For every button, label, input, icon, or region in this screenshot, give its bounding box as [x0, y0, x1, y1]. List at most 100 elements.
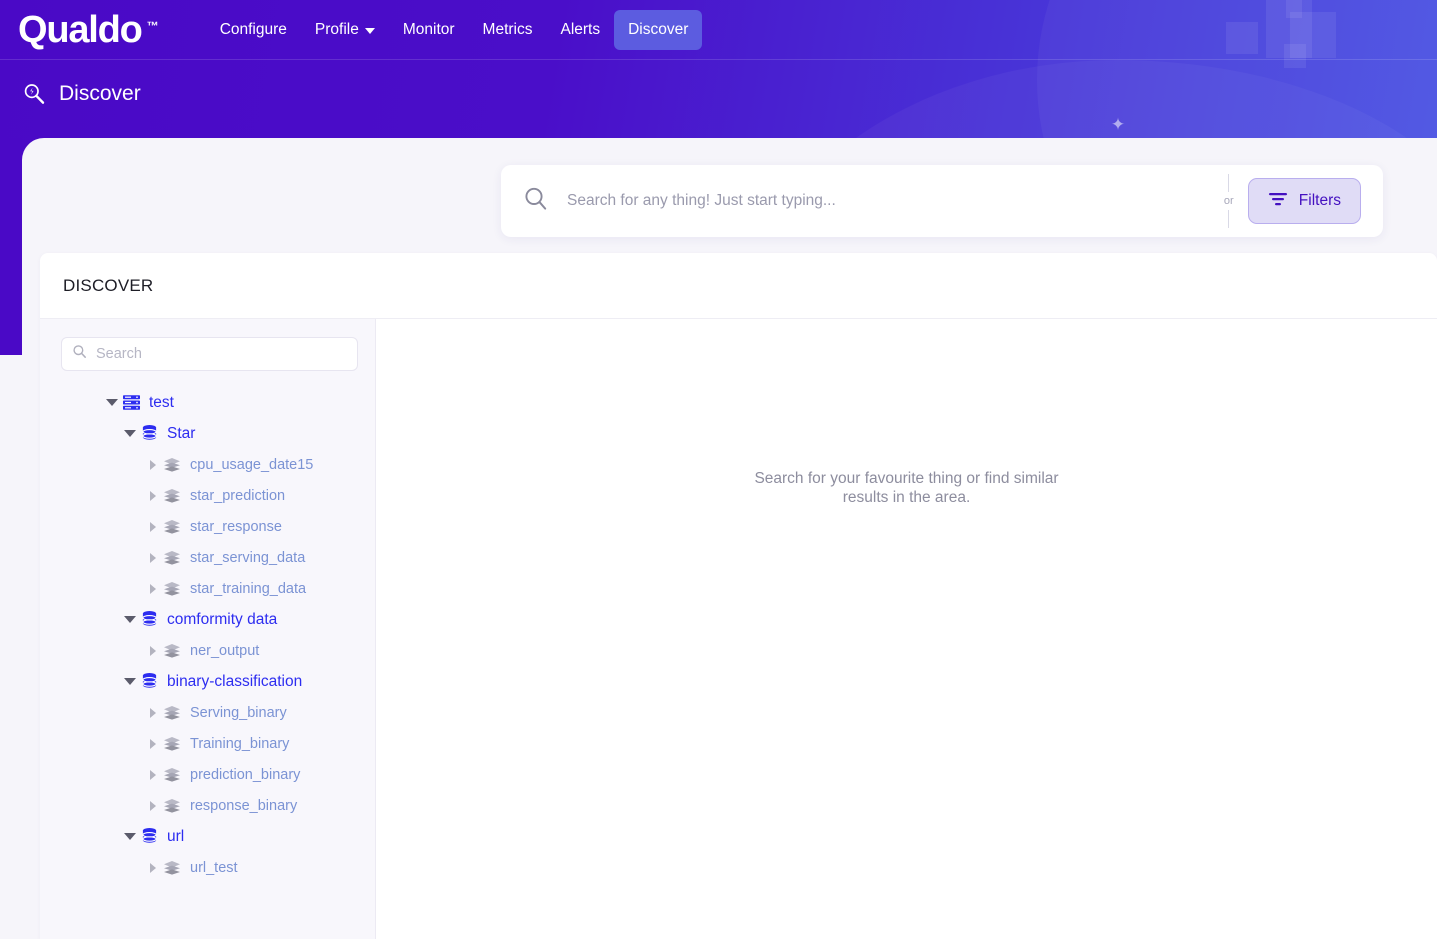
tree-node[interactable]: Serving_binary [40, 697, 375, 728]
tree-node[interactable]: test [40, 387, 375, 418]
chevron-right-icon[interactable] [145, 522, 161, 532]
triangle-glyph [150, 584, 156, 594]
chevron-down-icon[interactable] [104, 399, 120, 406]
database-icon [138, 610, 160, 629]
tree-node-label: star_serving_data [190, 550, 305, 566]
results-panel: Search for your favourite thing or find … [376, 319, 1437, 939]
tree-node[interactable]: comformity data [40, 604, 375, 635]
layers-icon [161, 519, 183, 535]
brand-logo[interactable]: Qualdo™ [18, 11, 142, 49]
trademark-symbol: ™ [147, 7, 159, 45]
tree-node-label: star_prediction [190, 488, 285, 504]
page-title: Discover [22, 82, 141, 106]
tree-search-input[interactable] [96, 339, 347, 369]
layers-icon [161, 767, 183, 783]
triangle-glyph [150, 863, 156, 873]
chevron-right-icon[interactable] [145, 708, 161, 718]
tree-node-label: binary-classification [167, 673, 302, 691]
triangle-glyph [150, 460, 156, 470]
nav-item-profile[interactable]: Profile [301, 10, 389, 50]
triangle-glyph [124, 616, 136, 623]
empty-results-message: Search for your favourite thing or find … [747, 469, 1067, 508]
or-label: or [1224, 192, 1234, 210]
card-body: test Star cpu_usage_date15 star_predictions… [40, 318, 1437, 939]
tree-node[interactable]: url [40, 821, 375, 852]
tree-node[interactable]: response_binary [40, 790, 375, 821]
triangle-glyph [150, 770, 156, 780]
tree-node-label: test [149, 394, 174, 412]
filters-button[interactable]: Filters [1248, 178, 1361, 224]
tree-node[interactable]: binary-classification [40, 666, 375, 697]
tree-node[interactable]: star_training_data [40, 573, 375, 604]
search-icon [72, 344, 87, 364]
chevron-right-icon[interactable] [145, 801, 161, 811]
tree-node-label: cpu_usage_date15 [190, 457, 313, 473]
chevron-down-icon[interactable] [122, 678, 138, 685]
chevron-down-icon[interactable] [122, 833, 138, 840]
chevron-down-icon[interactable] [122, 616, 138, 623]
separator-line-bottom [1228, 210, 1229, 228]
left-rail [0, 138, 22, 355]
chevron-right-icon[interactable] [145, 646, 161, 656]
nav-item-monitor[interactable]: Monitor [389, 10, 469, 50]
triangle-glyph [150, 708, 156, 718]
chevron-right-icon[interactable] [145, 553, 161, 563]
nav-item-metrics[interactable]: Metrics [469, 10, 547, 50]
layers-icon [161, 736, 183, 752]
chevron-right-icon[interactable] [145, 460, 161, 470]
layers-icon [161, 643, 183, 659]
chevron-right-icon[interactable] [145, 491, 161, 501]
separator-line-top [1228, 174, 1229, 192]
nav-item-label: Discover [628, 21, 688, 39]
tree-node-label: star_training_data [190, 581, 306, 597]
tree-node[interactable]: cpu_usage_date15 [40, 449, 375, 480]
chevron-right-icon[interactable] [145, 584, 161, 594]
database-icon [138, 827, 160, 846]
tree-node[interactable]: star_prediction [40, 480, 375, 511]
discover-magnifier-icon [22, 82, 46, 106]
tree-node[interactable]: Training_binary [40, 728, 375, 759]
triangle-glyph [150, 522, 156, 532]
tree-node[interactable]: star_serving_data [40, 542, 375, 573]
tree-node-label: Training_binary [190, 736, 289, 752]
chevron-down-icon[interactable] [122, 430, 138, 437]
tree-node[interactable]: star_response [40, 511, 375, 542]
chevron-right-icon[interactable] [145, 863, 161, 873]
layers-icon [161, 860, 183, 876]
triangle-glyph [150, 646, 156, 656]
layers-icon [161, 457, 183, 473]
nav-items: Configure Profile Monitor Metrics Alerts… [206, 0, 703, 59]
discover-card: DISCOVER test Star cpu_usage_date15 star_pr… [40, 253, 1437, 939]
layers-icon [161, 705, 183, 721]
tree-node[interactable]: ner_output [40, 635, 375, 666]
tree-search-box[interactable] [61, 337, 358, 371]
chevron-right-icon[interactable] [145, 770, 161, 780]
database-icon [138, 424, 160, 443]
triangle-glyph [124, 678, 136, 685]
tree-node[interactable]: prediction_binary [40, 759, 375, 790]
nav-item-alerts[interactable]: Alerts [546, 10, 614, 50]
triangle-glyph [150, 553, 156, 563]
search-or-separator: or [1216, 174, 1242, 228]
layers-icon [161, 581, 183, 597]
global-search-bar: or Filters [501, 165, 1383, 237]
filter-icon [1268, 191, 1288, 212]
nav-item-configure[interactable]: Configure [206, 10, 301, 50]
tree-node[interactable]: Star [40, 418, 375, 449]
tree-node-label: star_response [190, 519, 282, 535]
triangle-glyph [124, 833, 136, 840]
sparkle-icon: ✦ [1109, 116, 1127, 134]
filters-button-label: Filters [1299, 192, 1341, 210]
nav-item-discover[interactable]: Discover [614, 10, 702, 50]
triangle-glyph [124, 430, 136, 437]
tree-node[interactable]: url_test [40, 852, 375, 883]
search-icon [521, 184, 551, 219]
tree-node-label: url [167, 828, 184, 846]
global-search-input[interactable] [567, 181, 1216, 221]
chevron-down-icon [365, 28, 375, 34]
asset-tree-panel: test Star cpu_usage_date15 star_predictions… [40, 319, 376, 939]
triangle-glyph [150, 491, 156, 501]
chevron-right-icon[interactable] [145, 739, 161, 749]
layers-icon [161, 798, 183, 814]
card-heading: DISCOVER [40, 253, 1437, 318]
